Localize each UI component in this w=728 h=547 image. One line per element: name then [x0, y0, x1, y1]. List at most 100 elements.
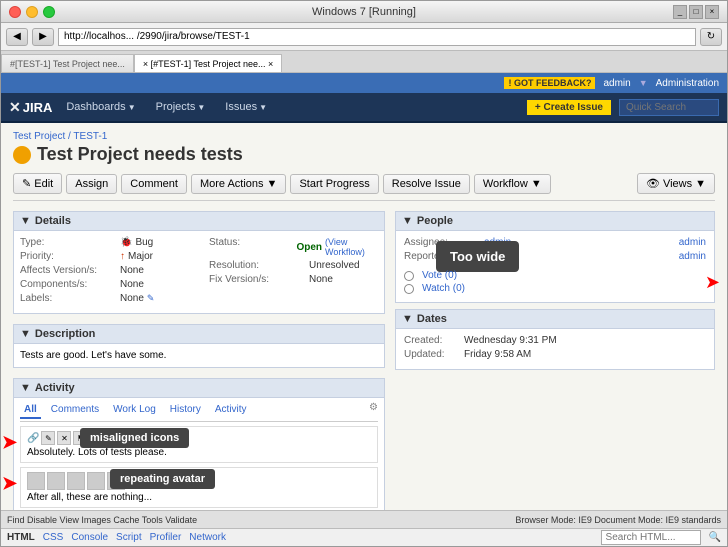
browser-tab-2[interactable]: × [#TEST-1] Test Project nee... ×	[134, 54, 282, 72]
win-minimize[interactable]: _	[673, 5, 687, 19]
people-header[interactable]: ▼ People	[396, 212, 714, 231]
dates-collapse-icon: ▼	[402, 313, 413, 325]
assign-button[interactable]: Assign	[66, 174, 117, 194]
vote-row: Vote (0)	[404, 270, 706, 281]
detail-type: Type: 🐞 Bug	[20, 237, 189, 248]
breadcrumb: Test Project / TEST-1	[13, 131, 715, 142]
dev-tab-profiler[interactable]: Profiler	[150, 532, 182, 543]
tab-history[interactable]: History	[166, 402, 205, 419]
activity-collapse-icon: ▼	[20, 382, 31, 394]
page-title: Test Project needs tests	[37, 144, 243, 165]
affects-value: None	[120, 265, 144, 276]
updated-row: Updated: Friday 9:58 AM	[404, 349, 706, 360]
nav-projects[interactable]: Projects ▼	[150, 99, 212, 115]
search-html-icon[interactable]: 🔍	[709, 532, 721, 543]
edit-icon-1[interactable]: ✎	[41, 431, 55, 445]
activity-header[interactable]: ▼ Activity	[13, 378, 385, 398]
feedback-button[interactable]: ! GOT FEEDBACK?	[504, 77, 595, 89]
updated-value: Friday 9:58 AM	[464, 349, 531, 360]
details-right: Status: Open (View Workflow) Resolution:…	[209, 237, 378, 307]
comment-button[interactable]: Comment	[121, 174, 187, 194]
nav-issues[interactable]: Issues ▼	[219, 99, 273, 115]
too-wide-tooltip: Too wide	[436, 241, 519, 272]
nav-dashboards[interactable]: Dashboards ▼	[60, 99, 141, 115]
misaligned-tooltip: misaligned icons	[80, 428, 189, 448]
search-html-input[interactable]	[601, 530, 701, 545]
details-body: Type: 🐞 Bug Priority: ↑	[13, 231, 385, 314]
win-close[interactable]: ×	[705, 5, 719, 19]
tab-bar: #[TEST-1] Test Project nee... × [#TEST-1…	[1, 51, 727, 73]
breadcrumb-issue[interactable]: TEST-1	[73, 131, 107, 142]
tab-all[interactable]: All	[20, 402, 41, 419]
activity-item-1: 🔗 ✎ ✕ ⚑ 2011 9:56 AM Absolutely. Lots of…	[20, 426, 378, 463]
user-dropdown[interactable]: ▼	[639, 78, 648, 88]
admin-label[interactable]: Administration	[656, 78, 719, 89]
resolution-value: Unresolved	[309, 260, 360, 271]
detail-components: Components/s: None	[20, 279, 189, 290]
jira-header: ✕ JIRA Dashboards ▼ Projects ▼ Issues ▼ …	[1, 93, 727, 123]
start-progress-button[interactable]: Start Progress	[290, 174, 378, 194]
assignee-link[interactable]: admin	[679, 237, 706, 248]
dev-tab-script[interactable]: Script	[116, 532, 142, 543]
reporter-link[interactable]: admin	[679, 251, 706, 262]
people-section: ▼ People Assignee: admin admin Reporter:…	[395, 211, 715, 303]
right-column: ▼ People Assignee: admin admin Reporter:…	[395, 211, 715, 510]
back-button[interactable]: ◀	[6, 28, 28, 46]
detail-status: Status: Open (View Workflow)	[209, 237, 378, 257]
two-col-layout: ▼ Details Type: 🐞 Bug	[13, 211, 715, 510]
fix-version-value: None	[309, 274, 333, 285]
description-header[interactable]: ▼ Description	[13, 324, 385, 344]
dev-tab-console[interactable]: Console	[71, 532, 108, 543]
vote-label[interactable]: Vote (0)	[422, 270, 457, 281]
breadcrumb-project[interactable]: Test Project	[13, 131, 65, 142]
dev-tab-css[interactable]: CSS	[43, 532, 64, 543]
win-restore[interactable]: □	[689, 5, 703, 19]
maximize-button[interactable]	[43, 6, 55, 18]
tab-activity[interactable]: Activity	[211, 402, 251, 419]
views-button[interactable]: 👁 Views ▼	[637, 173, 715, 194]
tab-comments[interactable]: Comments	[47, 402, 103, 419]
people-collapse-icon: ▼	[402, 215, 413, 227]
dev-tab-network[interactable]: Network	[189, 532, 226, 543]
watch-label[interactable]: Watch (0)	[422, 283, 465, 294]
address-text: http://localhos... /2990/jira/browse/TES…	[64, 31, 250, 42]
labels-edit-icon[interactable]: ✎	[147, 293, 155, 304]
browser-tab-1[interactable]: #[TEST-1] Test Project nee...	[1, 54, 134, 72]
create-issue-button[interactable]: + Create Issue	[527, 100, 611, 115]
quick-search-input[interactable]	[619, 99, 719, 116]
forward-button[interactable]: ▶	[32, 28, 54, 46]
details-header[interactable]: ▼ Details	[13, 211, 385, 231]
red-arrow-2: ➤	[2, 473, 17, 494]
tab-worklog[interactable]: Work Log	[109, 402, 160, 419]
details-left: Type: 🐞 Bug Priority: ↑	[20, 237, 189, 307]
dev-tab-html[interactable]: HTML	[7, 532, 35, 543]
workflow-button[interactable]: Workflow ▼	[474, 174, 551, 194]
delete-icon-1[interactable]: ✕	[57, 431, 71, 445]
main-content: Test Project / TEST-1 Test Project needs…	[1, 123, 727, 510]
close-button[interactable]	[9, 6, 21, 18]
activity-tabs: All Comments Work Log History Activity ⚙	[20, 402, 378, 422]
components-value: None	[120, 279, 144, 290]
minimize-button[interactable]	[26, 6, 38, 18]
activity-settings-icon[interactable]: ⚙	[369, 402, 378, 419]
breadcrumb-separator: /	[68, 131, 71, 142]
bottom-status-text: Find Disable View Images Cache Tools Val…	[7, 515, 511, 525]
red-arrow-vote: ➤	[705, 272, 720, 293]
jira-text: JIRA	[23, 100, 53, 115]
resolve-issue-button[interactable]: Resolve Issue	[383, 174, 470, 194]
action-toolbar: ✎ Edit Assign Comment More Actions ▼ Sta…	[13, 173, 715, 201]
jira-x: ✕	[9, 99, 21, 116]
edit-button[interactable]: ✎ Edit	[13, 173, 62, 194]
description-section: ▼ Description Tests are good. Let's have…	[13, 324, 385, 368]
refresh-button[interactable]: ↻	[700, 28, 722, 46]
status-value[interactable]: Open (View Workflow)	[296, 237, 378, 257]
avatar-2	[47, 472, 65, 490]
more-actions-button[interactable]: More Actions ▼	[191, 174, 286, 194]
details-collapse-icon: ▼	[20, 215, 31, 227]
activity-item-1-header: 🔗 ✎ ✕ ⚑ 2011 9:56 AM	[27, 431, 371, 445]
address-bar[interactable]: http://localhos... /2990/jira/browse/TES…	[58, 28, 696, 46]
link-icon: 🔗	[27, 433, 39, 444]
people-body: Assignee: admin admin Reporter: admin ad…	[396, 231, 714, 302]
dates-header[interactable]: ▼ Dates	[396, 310, 714, 329]
updated-label: Updated:	[404, 349, 464, 360]
